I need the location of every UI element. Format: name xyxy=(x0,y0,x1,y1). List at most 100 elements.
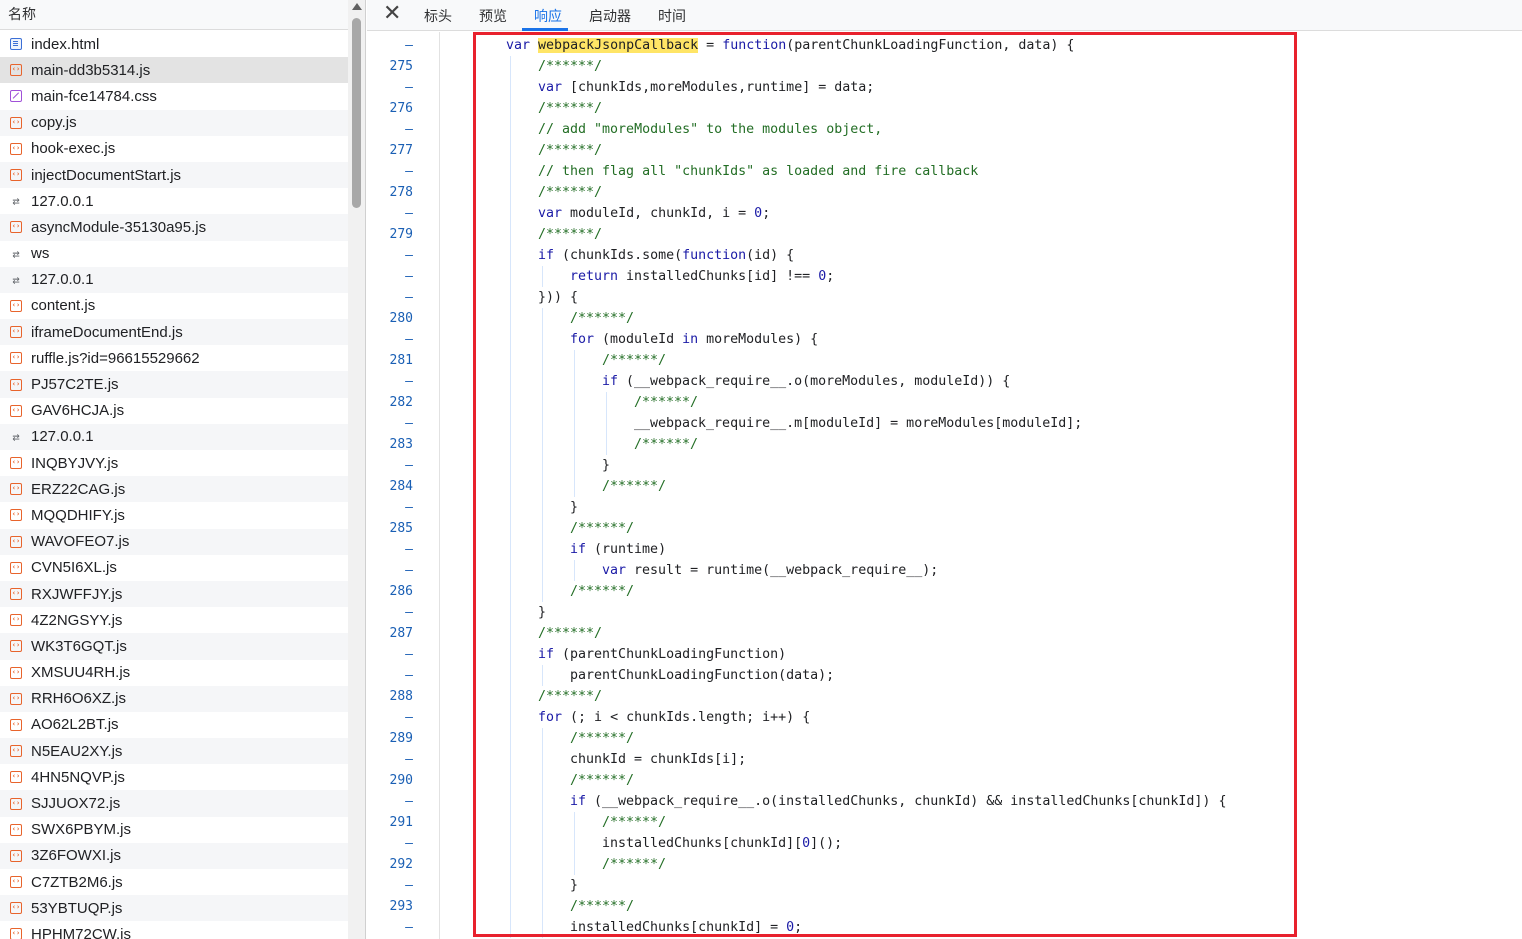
script-icon: ‹› xyxy=(10,352,22,365)
tab-initiator[interactable]: 启动器 xyxy=(589,6,631,26)
code-line: /******/ xyxy=(602,815,667,830)
script-icon: ‹› xyxy=(10,876,22,889)
request-row[interactable]: ‹› copy.js xyxy=(0,109,348,136)
line-number: – xyxy=(405,710,413,725)
indent-guide xyxy=(510,140,511,161)
request-row[interactable]: ‹› CVN5I6XL.js xyxy=(0,555,348,581)
request-name: copy.js xyxy=(31,114,77,132)
request-name: content.js xyxy=(31,297,96,315)
tab-response[interactable]: 响应 xyxy=(534,6,562,26)
indent-guide xyxy=(510,350,511,371)
tab-headers[interactable]: 标头 xyxy=(424,6,452,26)
code-line: } xyxy=(570,500,579,515)
request-row[interactable]: ‹› AO62L2BT.js xyxy=(0,712,348,738)
request-row[interactable]: ‹› hook-exec.js xyxy=(0,136,348,162)
indent-guide xyxy=(510,917,511,938)
code-line: /******/ xyxy=(570,311,635,326)
code-line: return installedChunks[id] !== 0; xyxy=(570,269,835,284)
request-row[interactable]: ⇄ 127.0.0.1 xyxy=(0,188,348,214)
line-number: 278 xyxy=(389,185,413,200)
line-number: – xyxy=(405,836,413,851)
request-row[interactable]: ‹› GAV6HCJA.js xyxy=(0,398,348,424)
request-name: hook-exec.js xyxy=(31,140,116,158)
request-row[interactable]: ‹› HPHM72CW.js xyxy=(0,921,348,939)
request-row[interactable]: ‹› INQBYJVY.js xyxy=(0,450,348,476)
indent-guide xyxy=(542,413,543,434)
scroll-up-arrow-icon[interactable] xyxy=(352,3,362,10)
request-row[interactable]: ‹› content.js xyxy=(0,293,348,319)
list-column-header[interactable]: 名称 xyxy=(0,0,365,30)
request-name: AO62L2BT.js xyxy=(31,716,119,734)
detail-tab-bar: ✕ 标头 预览 响应 启动器 时间 xyxy=(367,0,1522,31)
code-line: })) { xyxy=(538,290,579,305)
request-row[interactable]: index.html xyxy=(0,31,348,57)
tab-timing[interactable]: 时间 xyxy=(658,6,686,26)
list-scrollbar-thumb[interactable] xyxy=(352,18,361,208)
script-icon: ‹› xyxy=(10,483,22,496)
line-number: 279 xyxy=(389,227,413,242)
request-row[interactable]: ‹› XMSUU4RH.js xyxy=(0,660,348,686)
indent-guide xyxy=(510,56,511,77)
request-row[interactable]: main-fce14784.css xyxy=(0,83,348,109)
line-number: – xyxy=(405,794,413,809)
request-row[interactable]: ‹› ruffle.js?id=96615529662 xyxy=(0,345,348,371)
indent-guide xyxy=(574,833,575,854)
line-number: – xyxy=(405,164,413,179)
request-name: HPHM72CW.js xyxy=(31,925,132,939)
script-icon: ‹› xyxy=(10,640,22,653)
request-row[interactable]: ‹› RRH6O6XZ.js xyxy=(0,685,348,712)
line-number: – xyxy=(405,878,413,893)
script-icon: ‹› xyxy=(10,928,22,939)
request-row[interactable]: ‹› PJ57C2TE.js xyxy=(0,371,348,398)
indent-guide xyxy=(510,119,511,140)
indent-guide xyxy=(510,896,511,917)
script-icon: ‹› xyxy=(10,666,22,679)
request-row[interactable]: ‹› injectDocumentStart.js xyxy=(0,161,348,189)
request-row[interactable]: ‹› 53YBTUQP.js xyxy=(0,895,348,922)
request-row[interactable]: ⇄ ws xyxy=(0,241,348,267)
indent-guide xyxy=(574,350,575,371)
request-row[interactable]: ‹› WAVOFEO7.js xyxy=(0,528,348,555)
line-number: – xyxy=(405,920,413,935)
indent-guide xyxy=(542,812,543,833)
indent-guide xyxy=(510,203,511,224)
close-icon[interactable]: ✕ xyxy=(383,2,401,26)
request-row[interactable]: ⇄ 127.0.0.1 xyxy=(0,423,348,450)
request-name: ruffle.js?id=96615529662 xyxy=(31,349,200,367)
tab-preview[interactable]: 预览 xyxy=(479,6,507,26)
request-row[interactable]: ‹› SJJUOX72.js xyxy=(0,790,348,817)
request-row[interactable]: ‹› SWX6PBYM.js xyxy=(0,817,348,843)
request-row[interactable]: ‹› 3Z6FOWXI.js xyxy=(0,842,348,869)
code-line: for (moduleId in moreModules) { xyxy=(570,332,819,347)
request-row[interactable]: ‹› 4Z2NGSYY.js xyxy=(0,607,348,633)
code-line: /******/ xyxy=(634,395,699,410)
request-row[interactable]: ‹› iframeDocumentEnd.js xyxy=(0,319,348,346)
script-icon: ‹› xyxy=(10,64,22,77)
line-number: 282 xyxy=(389,395,413,410)
indent-guide xyxy=(510,665,511,686)
request-name: injectDocumentStart.js xyxy=(31,166,182,184)
request-row[interactable]: ‹› 4HN5NQVP.js xyxy=(0,764,348,790)
request-row[interactable]: ‹› RXJWFFJY.js xyxy=(0,580,348,608)
gutter-separator xyxy=(439,32,440,939)
script-icon: ‹› xyxy=(10,614,22,627)
request-row[interactable]: ‹› WK3T6GQT.js xyxy=(0,633,348,660)
response-code-view[interactable]: – var webpackJsonpCallback = function(par… xyxy=(367,32,1522,939)
request-row[interactable]: ‹› ERZ22CAG.js xyxy=(0,476,348,503)
code-line: /******/ xyxy=(570,773,635,788)
name-column-title: 名称 xyxy=(8,7,36,23)
line-number: – xyxy=(405,458,413,473)
request-row[interactable]: ‹› C7ZTB2M6.js xyxy=(0,869,348,895)
request-name: main-fce14784.css xyxy=(31,87,157,105)
request-row[interactable]: ‹› MQQDHIFY.js xyxy=(0,502,348,528)
indent-guide xyxy=(510,497,511,518)
active-tab-indicator xyxy=(522,28,568,31)
request-row[interactable]: ‹› asyncModule-35130a95.js xyxy=(0,214,348,241)
request-row[interactable]: ⇄ 127.0.0.1 xyxy=(0,266,348,293)
script-icon: ‹› xyxy=(10,692,22,705)
line-number: 285 xyxy=(389,521,413,536)
request-list: index.html ‹› main-dd3b5314.js main-fce1478… xyxy=(0,31,348,939)
script-icon: ‹› xyxy=(10,221,22,234)
request-row[interactable]: ‹› main-dd3b5314.js xyxy=(0,57,348,84)
request-row[interactable]: ‹› N5EAU2XY.js xyxy=(0,738,348,765)
